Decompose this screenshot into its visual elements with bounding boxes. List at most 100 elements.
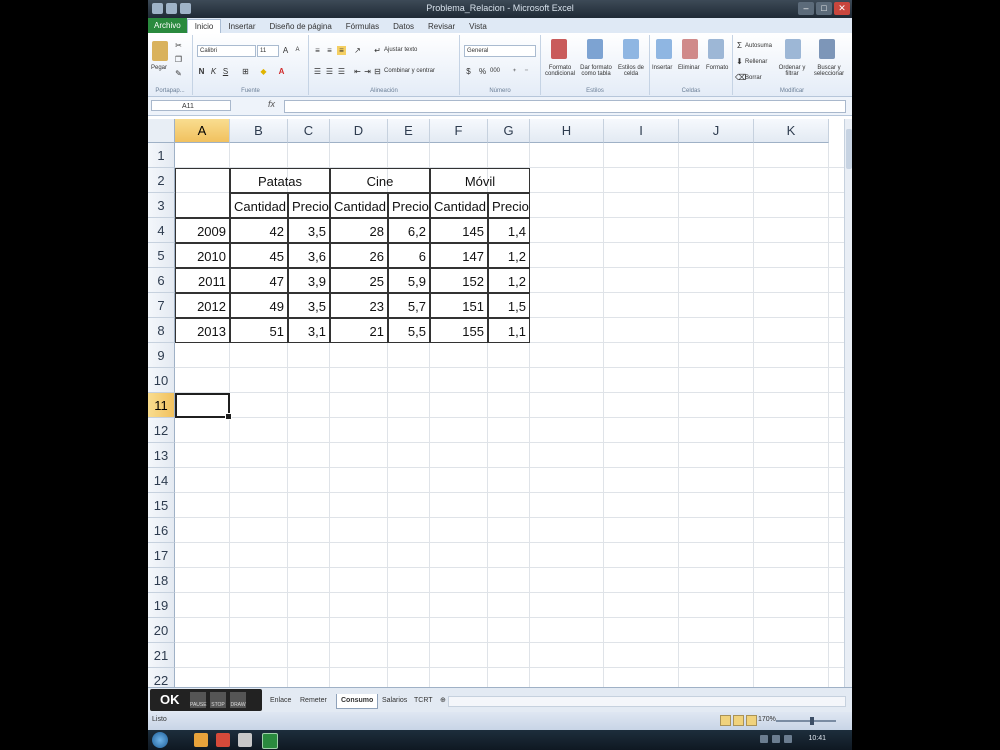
data-cell[interactable]: 3,1 (288, 318, 330, 343)
minimize-button[interactable]: – (798, 2, 814, 15)
row-header-17[interactable]: 17 (148, 543, 175, 568)
data-cell[interactable]: 1,4 (488, 218, 530, 243)
orientation-icon[interactable]: ↗ (353, 46, 362, 55)
decrease-decimal-icon[interactable]: ⁻ (522, 67, 531, 76)
vertical-scrollbar[interactable] (844, 119, 852, 687)
start-button-icon[interactable] (152, 732, 168, 748)
formula-input[interactable] (284, 100, 846, 113)
year-cell[interactable]: 2009 (175, 218, 230, 243)
fill-icon[interactable]: ⬇ (735, 57, 744, 66)
data-cell[interactable]: 5,9 (388, 268, 430, 293)
spreadsheet-grid[interactable]: A B C D E F G H I J K 1 2 3 4 5 6 7 8 9 10 11 12 13 14 15 16 17 18 19… (148, 119, 844, 687)
vertical-scroll-thumb[interactable] (846, 129, 852, 169)
fill-button[interactable]: Rellenar (745, 59, 767, 65)
align-top-icon[interactable]: ≡ (313, 46, 322, 55)
zoom-level[interactable]: 170% (758, 716, 776, 723)
column-header-j[interactable]: J (679, 119, 754, 143)
row-header-9[interactable]: 9 (148, 343, 175, 368)
data-cell[interactable]: 5,5 (388, 318, 430, 343)
cell-styles-icon[interactable] (623, 39, 639, 59)
column-header-e[interactable]: E (388, 119, 430, 143)
sheet-tab-tcrt[interactable]: TCRT (410, 694, 437, 708)
data-cell[interactable]: 155 (430, 318, 488, 343)
group-header-2[interactable]: Móvil (430, 168, 530, 193)
number-format-select[interactable]: General (464, 45, 536, 57)
year-cell[interactable]: 2012 (175, 293, 230, 318)
select-all-corner[interactable] (148, 119, 175, 143)
fx-icon[interactable]: fx (268, 99, 275, 109)
underline-button[interactable]: S (221, 67, 230, 76)
year-cell[interactable]: 2013 (175, 318, 230, 343)
network-icon[interactable] (760, 735, 768, 743)
column-header-f[interactable]: F (430, 119, 488, 143)
column-header-h[interactable]: H (530, 119, 604, 143)
fill-color-icon[interactable]: ◆ (259, 67, 268, 76)
font-name-select[interactable]: Calibri (197, 45, 256, 57)
subheader-cell[interactable]: Precio (488, 193, 530, 218)
find-select-icon[interactable] (819, 39, 835, 59)
data-cell[interactable]: 1,5 (488, 293, 530, 318)
volume-icon[interactable] (772, 735, 780, 743)
year-cell[interactable]: 2010 (175, 243, 230, 268)
group-header-0[interactable]: Patatas (230, 168, 330, 193)
clear-icon[interactable]: ⌫ (735, 73, 746, 82)
data-cell[interactable]: 3,9 (288, 268, 330, 293)
autosum-icon[interactable]: Σ (735, 41, 744, 50)
row-header-3[interactable]: 3 (148, 193, 175, 218)
tab-inicio[interactable]: Inicio (186, 19, 222, 33)
column-header-d[interactable]: D (330, 119, 388, 143)
format-as-table-icon[interactable] (587, 39, 603, 59)
data-cell[interactable]: 6 (388, 243, 430, 268)
currency-icon[interactable]: $ (464, 67, 473, 76)
data-cell[interactable]: 3,6 (288, 243, 330, 268)
copy-icon[interactable]: ❐ (174, 55, 183, 64)
row-header-15[interactable]: 15 (148, 493, 175, 518)
data-cell[interactable]: 25 (330, 268, 388, 293)
fill-handle[interactable] (225, 413, 232, 420)
sheet-tab-remeter[interactable]: Remeter (296, 694, 331, 708)
conditional-format-icon[interactable] (551, 39, 567, 59)
data-cell[interactable]: 45 (230, 243, 288, 268)
data-cell[interactable]: 5,7 (388, 293, 430, 318)
row-header-13[interactable]: 13 (148, 443, 175, 468)
merge-center-icon[interactable]: ⊟ (373, 67, 382, 76)
decrease-indent-icon[interactable]: ⇤ (353, 67, 362, 76)
increase-decimal-icon[interactable]: ⁺ (510, 67, 519, 76)
close-button[interactable]: ✕ (834, 2, 850, 15)
data-cell[interactable]: 51 (230, 318, 288, 343)
tab-datos[interactable]: Datos (386, 20, 421, 33)
row-header-2[interactable]: 2 (148, 168, 175, 193)
cut-icon[interactable]: ✂ (174, 41, 183, 50)
column-header-b[interactable]: B (230, 119, 288, 143)
data-cell[interactable]: 152 (430, 268, 488, 293)
insert-cells-icon[interactable] (656, 39, 672, 59)
data-cell[interactable]: 26 (330, 243, 388, 268)
clear-button[interactable]: Borrar (745, 75, 762, 81)
recorder-draw-button[interactable]: DRAW (230, 692, 246, 708)
tab-archivo[interactable]: Archivo (148, 18, 187, 33)
sort-filter-button[interactable]: Ordenar y filtrar (777, 65, 807, 77)
data-cell[interactable]: 21 (330, 318, 388, 343)
maximize-button[interactable]: □ (816, 2, 832, 15)
data-cell[interactable]: 47 (230, 268, 288, 293)
row-header-6[interactable]: 6 (148, 268, 175, 293)
tab-insertar[interactable]: Insertar (221, 20, 262, 33)
row-header-1[interactable]: 1 (148, 143, 175, 168)
data-cell[interactable]: 1,2 (488, 268, 530, 293)
name-box[interactable]: A11 (151, 100, 231, 111)
align-middle-icon[interactable]: ≡ (325, 46, 334, 55)
data-cell[interactable]: 42 (230, 218, 288, 243)
wrap-text-icon[interactable]: ↵ (373, 46, 382, 55)
column-header-a[interactable]: A (175, 119, 230, 143)
tab-diseno[interactable]: Diseño de página (263, 20, 339, 33)
subheader-cell[interactable]: Cantidad (230, 193, 288, 218)
italic-button[interactable]: K (209, 67, 218, 76)
data-cell[interactable]: 3,5 (288, 218, 330, 243)
delete-cells-button[interactable]: Eliminar (678, 65, 700, 71)
explorer-taskbar-icon[interactable] (194, 733, 208, 747)
find-select-button[interactable]: Buscar y seleccionar (811, 65, 847, 77)
data-cell[interactable]: 6,2 (388, 218, 430, 243)
data-cell[interactable]: 151 (430, 293, 488, 318)
insert-cells-button[interactable]: Insertar (652, 65, 672, 71)
table-corner-cell[interactable] (175, 168, 230, 218)
